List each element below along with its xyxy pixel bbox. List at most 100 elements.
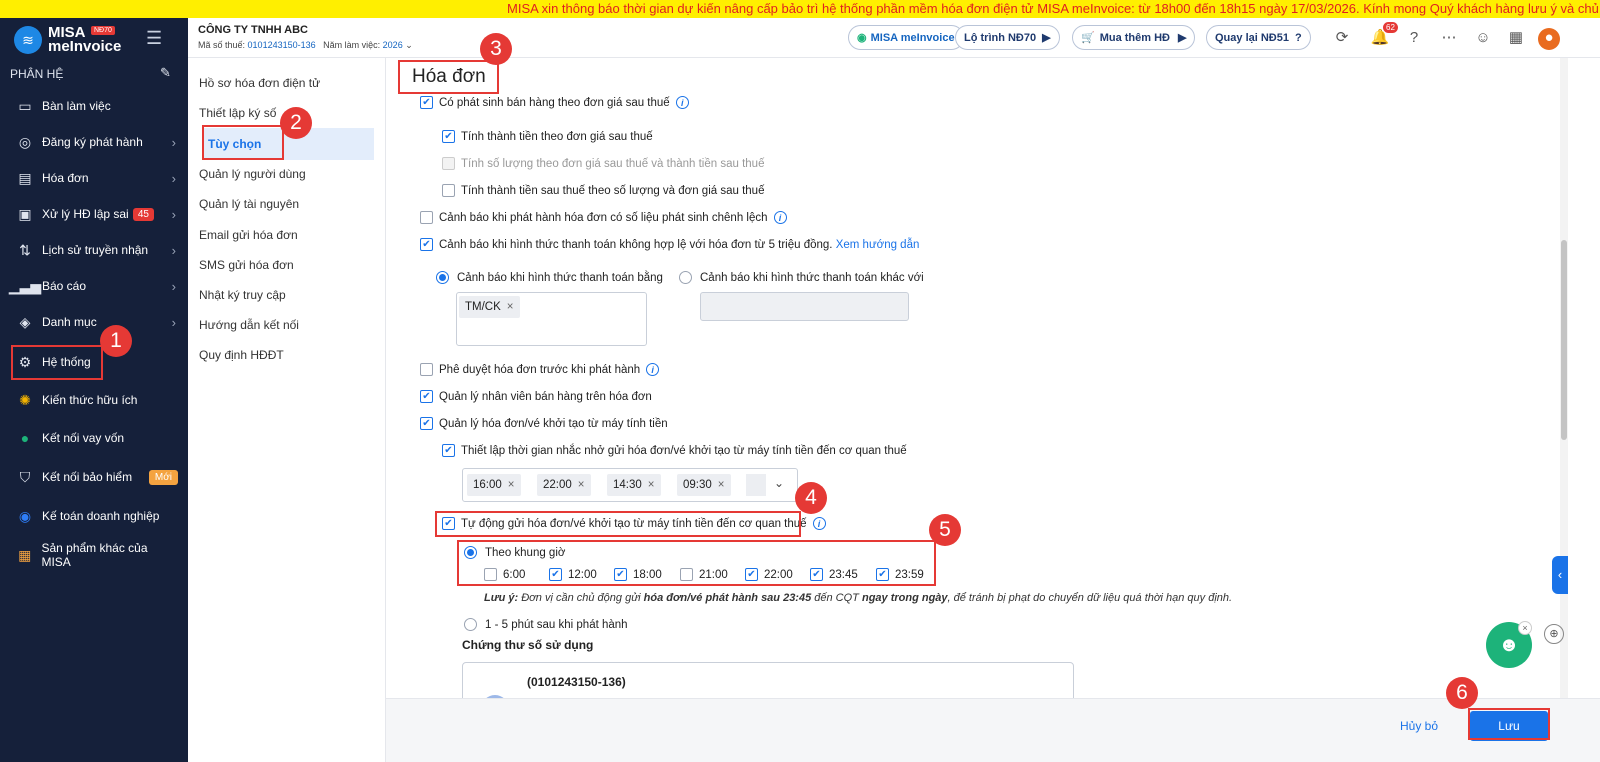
misa-meinvoice-button[interactable]: ◉ MISA meInvoice — [848, 25, 964, 50]
chevron-down-icon[interactable]: ⌄ — [405, 40, 413, 50]
refresh-icon[interactable]: ⟳ — [1332, 28, 1352, 48]
opt-phe-duyet[interactable]: Phê duyệt hóa đơn trước khi phát hành i — [420, 363, 660, 376]
opt-canh-bao-thanh-toan[interactable]: ✔ Cảnh báo khi hình thức thanh toán khôn… — [420, 238, 919, 251]
submenu-quan-ly-tai-nguyen[interactable]: Quản lý tài nguyên — [199, 197, 299, 211]
checkbox[interactable]: ✔ — [442, 517, 455, 530]
scrollbar-thumb[interactable] — [1561, 240, 1567, 440]
time-slot-option[interactable]: 21:00 — [680, 568, 728, 581]
submenu-quan-ly-nguoi-dung[interactable]: Quản lý người dùng — [199, 167, 306, 181]
sidebar-item-xu-ly-hd[interactable]: ▣ Xử lý HĐ lập sai 45 › — [16, 202, 176, 226]
opt-may-tinh-tien[interactable]: ✔ Quản lý hóa đơn/vé khởi tạo từ máy tín… — [420, 417, 668, 430]
year-select[interactable]: 2026 — [383, 40, 403, 50]
time-slot-option[interactable]: 6:00 — [484, 568, 525, 581]
assistant-icon[interactable]: ☺ — [1473, 28, 1493, 48]
buy-more-button[interactable]: 🛒 Mua thêm HĐ ▶ — [1072, 25, 1196, 50]
checkbox[interactable] — [420, 211, 433, 224]
time-tag[interactable]: 14:30 × — [607, 474, 661, 496]
checkbox[interactable] — [442, 184, 455, 197]
radio-thanh-toan-bang[interactable]: Cảnh báo khi hình thức thanh toán bằng — [436, 271, 663, 284]
time-slot-option[interactable]: ✔ 23:45 — [810, 568, 858, 581]
radio[interactable] — [464, 618, 477, 631]
time-tag[interactable]: 09:30 × — [677, 474, 731, 496]
close-icon[interactable]: × — [1518, 621, 1532, 635]
radio-theo-khung-gio[interactable]: Theo khung giờ — [464, 546, 565, 559]
time-slot-option[interactable]: ✔ 23:59 — [876, 568, 924, 581]
checkbox[interactable]: ✔ — [614, 568, 627, 581]
payment-tag[interactable]: TM/CK × — [459, 296, 520, 318]
info-icon[interactable]: i — [773, 211, 787, 224]
info-icon[interactable]: i — [646, 363, 660, 376]
submenu-ho-so[interactable]: Hồ sơ hóa đơn điện tử — [199, 76, 320, 90]
radio[interactable] — [679, 271, 692, 284]
sidebar-item-vay-von[interactable]: ● Kết nối vay vốn — [16, 426, 176, 450]
avatar[interactable]: ● — [1538, 28, 1560, 50]
chevron-left-icon[interactable]: ‹ — [1552, 556, 1568, 594]
hamburger-menu-icon[interactable]: ☰ — [146, 28, 162, 49]
sidebar-item-danh-muc[interactable]: ◈ Danh mục › — [16, 310, 176, 334]
opt-canh-bao-chenh-lech[interactable]: Cảnh báo khi phát hành hóa đơn có số liệ… — [420, 211, 787, 224]
radio-1-5-phut[interactable]: 1 - 5 phút sau khi phát hành — [464, 618, 628, 631]
radio[interactable] — [436, 271, 449, 284]
submenu-tuy-chon[interactable]: Tùy chọn — [208, 137, 261, 151]
close-icon[interactable]: × — [578, 479, 585, 491]
submenu-email[interactable]: Email gửi hóa đơn — [199, 228, 298, 242]
checkbox[interactable]: ✔ — [420, 238, 433, 251]
help-icon[interactable]: ? — [1404, 28, 1424, 48]
pencil-icon[interactable]: ✎ — [160, 65, 171, 81]
checkbox[interactable]: ✔ — [876, 568, 889, 581]
sidebar-item-kien-thuc[interactable]: ✺ Kiến thức hữu ích — [16, 388, 176, 412]
target-icon[interactable]: ⊕ — [1544, 624, 1564, 644]
submenu-sms[interactable]: SMS gửi hóa đơn — [199, 258, 294, 272]
app-logo[interactable]: ≋ MISA meInvoice NĐ70 — [14, 25, 121, 54]
sidebar-item-bao-cao[interactable]: ▁▃▅ Báo cáo › — [9, 274, 176, 298]
submenu-huong-dan[interactable]: Hướng dẫn kết nối — [199, 318, 299, 332]
chevron-down-icon[interactable]: ⌄ — [774, 476, 784, 490]
roadmap-button[interactable]: Lộ trình NĐ70 ▶ — [955, 25, 1060, 50]
checkbox[interactable]: ✔ — [442, 444, 455, 457]
checkbox[interactable]: ✔ — [420, 96, 433, 109]
sidebar-item-hoa-don[interactable]: ▤ Hóa đơn › — [16, 166, 176, 190]
sidebar-item-lich-su[interactable]: ⇅ Lịch sử truyền nhận › — [16, 238, 176, 262]
cert-card[interactable]: (0101243150-136) — [462, 662, 1074, 702]
submenu-nhat-ky[interactable]: Nhật ký truy cập — [199, 288, 286, 302]
time-slot-option[interactable]: ✔ 12:00 — [549, 568, 597, 581]
opt-nhac-nho[interactable]: ✔ Thiết lập thời gian nhắc nhở gửi hóa đ… — [442, 444, 907, 457]
apps-grid-icon[interactable]: ▦ — [1506, 28, 1526, 48]
info-icon[interactable]: i — [675, 96, 689, 109]
checkbox[interactable]: ✔ — [549, 568, 562, 581]
checkbox[interactable] — [420, 363, 433, 376]
close-icon[interactable]: × — [507, 301, 514, 313]
checkbox[interactable] — [680, 568, 693, 581]
radio[interactable] — [464, 546, 477, 559]
checkbox[interactable] — [484, 568, 497, 581]
opt-tinh-thanh-tien[interactable]: ✔ Tính thành tiền theo đơn giá sau thuế — [442, 130, 653, 143]
checkbox[interactable]: ✔ — [745, 568, 758, 581]
more-icon[interactable]: ⋯ — [1439, 28, 1459, 48]
time-tag[interactable]: 22:00 × — [537, 474, 591, 496]
sidebar-item-dang-ky-phat-hanh[interactable]: ◎ Đăng ký phát hành › — [16, 130, 176, 154]
sidebar-item-he-thong[interactable]: ⚙ Hệ thống — [16, 350, 176, 374]
sidebar-item-bao-hiem[interactable]: ⛉ Kết nối bảo hiểm Mới — [16, 465, 178, 489]
checkbox[interactable]: ✔ — [442, 130, 455, 143]
submenu-quy-dinh[interactable]: Quy định HĐĐT — [199, 348, 284, 362]
time-slot-option[interactable]: ✔ 22:00 — [745, 568, 793, 581]
opt-quan-ly-nhan-vien[interactable]: ✔ Quản lý nhân viên bán hàng trên hóa đơ… — [420, 390, 652, 403]
checkbox[interactable]: ✔ — [810, 568, 823, 581]
info-icon[interactable]: i — [812, 517, 826, 530]
time-tag[interactable]: 16:00 × — [467, 474, 521, 496]
radio-thanh-toan-khac[interactable]: Cảnh báo khi hình thức thanh toán khác v… — [679, 271, 924, 284]
guide-link[interactable]: Xem hướng dẫn — [836, 239, 920, 251]
checkbox[interactable]: ✔ — [420, 390, 433, 403]
submenu-thiet-lap-ky-so[interactable]: Thiết lập ký số — [199, 106, 276, 120]
checkbox[interactable]: ✔ — [420, 417, 433, 430]
save-button[interactable]: Lưu — [1470, 711, 1548, 741]
sidebar-item-ban-lam-viec[interactable]: ▭ Bàn làm việc — [16, 94, 176, 118]
time-slot-option[interactable]: ✔ 18:00 — [614, 568, 662, 581]
opt-tu-dong-gui[interactable]: ✔ Tự động gửi hóa đơn/vé khởi tạo từ máy… — [442, 517, 826, 530]
back-nd51-button[interactable]: Quay lại NĐ51 ? — [1206, 25, 1311, 50]
close-icon[interactable]: × — [718, 479, 725, 491]
cancel-button[interactable]: Hủy bỏ — [1400, 719, 1438, 733]
opt-thanh-tien-sau-thue[interactable]: Tính thành tiền sau thuế theo số lượng v… — [442, 184, 764, 197]
sidebar-item-san-pham-khac[interactable]: ▦ Sản phẩm khác của MISA — [16, 541, 176, 569]
close-icon[interactable]: × — [508, 479, 515, 491]
